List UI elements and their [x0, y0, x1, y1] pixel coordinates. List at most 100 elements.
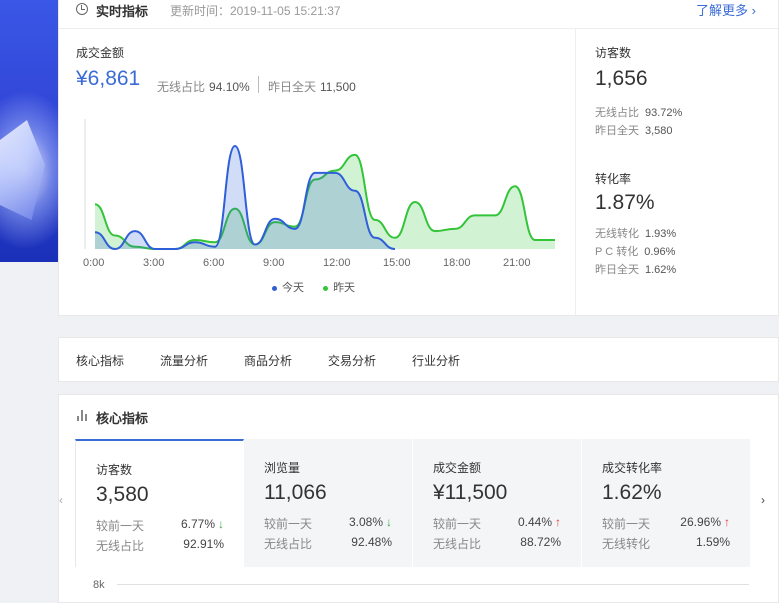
legend-yesterday: 昨天 — [333, 282, 356, 294]
conversion-pc: P C 转化 0.96% — [595, 243, 675, 259]
arrow-down-icon: ↓ — [218, 517, 224, 531]
metric-ratio-value: 1.59% — [695, 535, 730, 549]
metric-change-percent: 3.08% — [348, 515, 383, 529]
x-tick-label: 21:00 — [503, 257, 531, 269]
metric-name: 访客数 — [96, 463, 133, 477]
conversion-yesterday-value: 1.62% — [645, 264, 677, 276]
realtime-title: 实时指标 — [96, 4, 149, 19]
gmv-wireless-ratio: 无线占比 94.10% — [157, 78, 250, 95]
core-metrics-header: 核心指标 — [59, 395, 778, 439]
conversion-pc-label: P C 转化 — [595, 246, 639, 258]
conversion-wireless: 无线转化 1.93% — [595, 225, 676, 241]
gmv-wireless-ratio-value: 94.10% — [209, 80, 250, 94]
metric-change-label: 较前一天 — [433, 517, 482, 531]
metric-value: ¥11,500 — [433, 481, 508, 504]
core-metrics-title: 核心指标 — [96, 411, 149, 426]
metric-name: 成交金额 — [433, 461, 482, 475]
realtime-header: 实时指标 更新时间：2019-11-05 15:21:37 了解更多 › — [59, 0, 778, 29]
tab-traffic-analysis[interactable]: 流量分析 — [160, 352, 208, 369]
clock-icon — [76, 3, 88, 15]
metric-cards: 访客数 3,580 较前一天 6.77% ↓ 无线占比 92.91% 浏览量 11,0… — [75, 439, 755, 567]
metric-ratio-label: 无线占比 — [264, 537, 313, 551]
metric-ratio-row: 无线占比 88.72% — [433, 535, 561, 552]
visitors-label: 访客数 — [595, 46, 632, 60]
metric-ratio-row: 无线占比 92.48% — [264, 535, 392, 552]
carousel-next-button[interactable]: › — [761, 493, 765, 507]
conversion-wireless-label: 无线转化 — [595, 228, 639, 240]
metric-ratio-row: 无线转化 1.59% — [602, 535, 730, 552]
visitors-wireless-label: 无线占比 — [595, 107, 639, 119]
legend-today: 今天 — [282, 282, 304, 294]
legend-yesterday-dot — [323, 285, 329, 291]
arrow-down-icon: ↓ — [386, 515, 392, 529]
tab-core-metrics[interactable]: 核心指标 — [76, 352, 124, 369]
metric-ratio-label: 无线占比 — [433, 537, 482, 551]
metric-change-row: 较前一天 3.08% ↓ — [264, 515, 392, 532]
metric-change-row: 较前一天 26.96% ↑ — [602, 515, 730, 532]
divider — [258, 76, 259, 93]
metric-ratio-value: 92.48% — [351, 535, 392, 549]
x-tick-label: 3:00 — [143, 257, 165, 269]
visitors-yesterday: 昨日全天 3,580 — [595, 122, 673, 138]
x-tick-label: 12:00 — [323, 257, 351, 269]
metric-change-label: 较前一天 — [96, 519, 145, 533]
metric-card-pageviews[interactable]: 浏览量 11,066 较前一天 3.08% ↓ 无线占比 92.48% — [244, 439, 413, 567]
x-tick-label: 18:00 — [443, 257, 471, 269]
metric-ratio-value: 92.91% — [183, 537, 224, 551]
chart-legend: 今天 昨天 — [272, 279, 355, 295]
conversion-wireless-value: 1.93% — [645, 228, 677, 240]
realtime-gmv-section: 成交金额 ¥6,861 无线占比 94.10% 昨日全天 11,500 0:00 3:… — [59, 29, 575, 317]
visitors-wireless-value: 93.72% — [645, 107, 683, 119]
update-time: 更新时间：2019-11-05 15:21:37 — [170, 4, 341, 18]
metric-value: 3,580 — [96, 483, 149, 506]
gmv-wireless-ratio-label: 无线占比 — [157, 80, 206, 94]
metric-change-percent: 26.96% — [680, 515, 721, 529]
gmv-label: 成交金额 — [76, 46, 125, 60]
metric-change-label: 较前一天 — [602, 517, 651, 531]
arrow-up-icon: ↑ — [724, 515, 730, 529]
tab-industry-analysis[interactable]: 行业分析 — [412, 352, 460, 369]
tab-product-analysis[interactable]: 商品分析 — [244, 352, 292, 369]
realtime-side-stats: 访客数 1,656 无线占比 93.72% 昨日全天 3,580 转化率 1.87%… — [575, 29, 779, 317]
metric-value: 11,066 — [264, 481, 327, 504]
metric-change-row: 较前一天 0.44% ↑ — [433, 515, 561, 532]
metric-ratio-row: 无线占比 92.91% — [96, 537, 224, 554]
metric-change-value: 26.96% ↑ — [680, 515, 730, 529]
metric-change-label: 较前一天 — [264, 517, 313, 531]
metric-name: 浏览量 — [264, 461, 301, 475]
conversion-yesterday: 昨日全天 1.62% — [595, 261, 676, 277]
trend-chart-gridline — [117, 584, 749, 585]
x-tick-label: 0:00 — [83, 257, 105, 269]
visitors-value: 1,656 — [595, 67, 648, 90]
metric-ratio-value: 88.72% — [520, 535, 561, 549]
conversion-yesterday-label: 昨日全天 — [595, 264, 639, 276]
realtime-card: 实时指标 更新时间：2019-11-05 15:21:37 了解更多 › 成交金… — [58, 0, 779, 317]
metric-change-value: 3.08% ↓ — [349, 515, 392, 529]
conversion-pc-value: 0.96% — [644, 246, 676, 258]
metric-change-percent: 6.77% — [180, 517, 215, 531]
metric-ratio-label: 无线占比 — [96, 539, 145, 553]
metric-change-row: 较前一天 6.77% ↓ — [96, 517, 224, 534]
carousel-prev-button[interactable]: ‹ — [59, 493, 63, 507]
realtime-chart — [84, 119, 555, 251]
learn-more-link[interactable]: 了解更多 › — [696, 0, 756, 19]
arrow-up-icon: ↑ — [555, 515, 561, 529]
metric-change-value: 0.44% ↑ — [518, 515, 561, 529]
metric-card-gmv[interactable]: 成交金额 ¥11,500 较前一天 0.44% ↑ 无线占比 88.72% — [413, 439, 582, 567]
conversion-value: 1.87% — [595, 191, 655, 214]
gmv-yesterday-label: 昨日全天 — [268, 80, 317, 94]
visitors-yesterday-label: 昨日全天 — [595, 125, 639, 137]
gmv-yesterday: 昨日全天 11,500 — [268, 78, 356, 95]
conversion-label: 转化率 — [595, 172, 632, 186]
metric-card-conversion[interactable]: 成交转化率 1.62% 较前一天 26.96% ↑ 无线转化 1.59% — [582, 439, 751, 567]
x-tick-label: 9:00 — [263, 257, 285, 269]
legend-today-dot — [272, 285, 277, 291]
visitors-wireless: 无线占比 93.72% — [595, 104, 682, 120]
core-metrics-panel: 核心指标 ‹ 访客数 3,580 较前一天 6.77% ↓ 无线占比 92.91% 浏… — [58, 394, 779, 603]
metric-change-percent: 0.44% — [517, 515, 552, 529]
metric-card-visitors[interactable]: 访客数 3,580 较前一天 6.77% ↓ 无线占比 92.91% — [75, 439, 244, 567]
tab-trade-analysis[interactable]: 交易分析 — [328, 352, 376, 369]
metric-change-value: 6.77% ↓ — [181, 517, 224, 531]
trend-chart-y-tick: 8k — [93, 579, 105, 591]
bar-chart-icon — [77, 410, 89, 421]
